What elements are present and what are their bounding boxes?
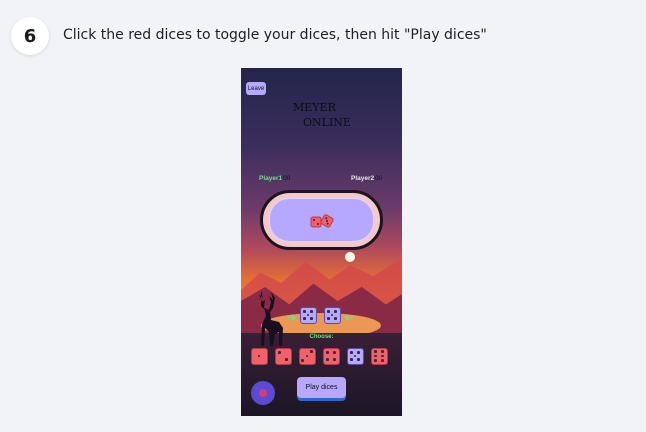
game-screen: Leave MEYER ONLINE Player100 Player200 ➔… bbox=[241, 68, 402, 416]
player2-name: Player2 bbox=[351, 175, 375, 182]
die-pip bbox=[357, 350, 361, 354]
die-pip bbox=[309, 350, 313, 354]
arrow-left-icon: ➔ bbox=[344, 312, 354, 324]
leave-button[interactable]: Leave bbox=[246, 82, 266, 95]
die-pip bbox=[325, 358, 329, 362]
die-pip bbox=[326, 317, 330, 321]
die-pip bbox=[330, 313, 334, 317]
die-pip bbox=[373, 354, 377, 358]
die-pip bbox=[349, 358, 353, 362]
game-title-line1: MEYER bbox=[293, 101, 336, 114]
hand-die-2[interactable] bbox=[275, 348, 292, 365]
die-pip bbox=[334, 309, 338, 313]
die-pip bbox=[325, 350, 329, 354]
die-pip bbox=[381, 358, 385, 362]
player1-name: Player1 bbox=[259, 175, 283, 182]
game-title-line2: ONLINE bbox=[303, 116, 351, 129]
choose-label: Choose: bbox=[309, 334, 334, 340]
die-pip bbox=[349, 350, 353, 354]
die-pip bbox=[305, 354, 309, 358]
player1-score: 00 bbox=[283, 175, 291, 182]
hand-die-1[interactable] bbox=[251, 348, 268, 365]
player2-label: Player200 bbox=[351, 175, 382, 182]
die-pip bbox=[310, 309, 314, 313]
die-pip bbox=[373, 350, 377, 354]
step-number-badge: 6 bbox=[11, 17, 49, 55]
die-pip bbox=[277, 350, 281, 354]
selected-die-1 bbox=[300, 307, 317, 324]
die-pip bbox=[302, 309, 306, 313]
record-icon bbox=[259, 389, 267, 397]
dice-table bbox=[260, 190, 383, 250]
hand-die-3[interactable] bbox=[299, 348, 316, 365]
die-pip bbox=[334, 317, 338, 321]
die-pip bbox=[353, 354, 357, 358]
hand-die-4[interactable] bbox=[323, 348, 340, 365]
die-pip bbox=[310, 317, 314, 321]
play-dices-button[interactable]: Play dices bbox=[297, 377, 346, 398]
die-pip bbox=[285, 358, 289, 362]
instruction-text: Click the red dices to toggle your dices… bbox=[63, 27, 487, 43]
die-pip bbox=[333, 350, 337, 354]
die-pip bbox=[257, 354, 261, 358]
die-pip bbox=[326, 309, 330, 313]
die-pip bbox=[381, 354, 385, 358]
hand-die-6[interactable] bbox=[371, 348, 388, 365]
hand-die-5[interactable] bbox=[347, 348, 364, 365]
die-pip bbox=[381, 350, 385, 354]
mic-button[interactable] bbox=[251, 381, 275, 405]
die-pip bbox=[301, 358, 305, 362]
player1-label: Player100 bbox=[259, 175, 290, 182]
arrow-right-icon: ➔ bbox=[287, 312, 297, 324]
die-pip bbox=[333, 358, 337, 362]
selected-die-2 bbox=[324, 307, 341, 324]
thrown-dice-icon bbox=[310, 214, 334, 228]
die-pip bbox=[373, 358, 377, 362]
player2-score: 00 bbox=[375, 175, 383, 182]
die-pip bbox=[306, 313, 310, 317]
die-pip bbox=[302, 317, 306, 321]
die-pip bbox=[357, 358, 361, 362]
sun bbox=[345, 252, 355, 262]
